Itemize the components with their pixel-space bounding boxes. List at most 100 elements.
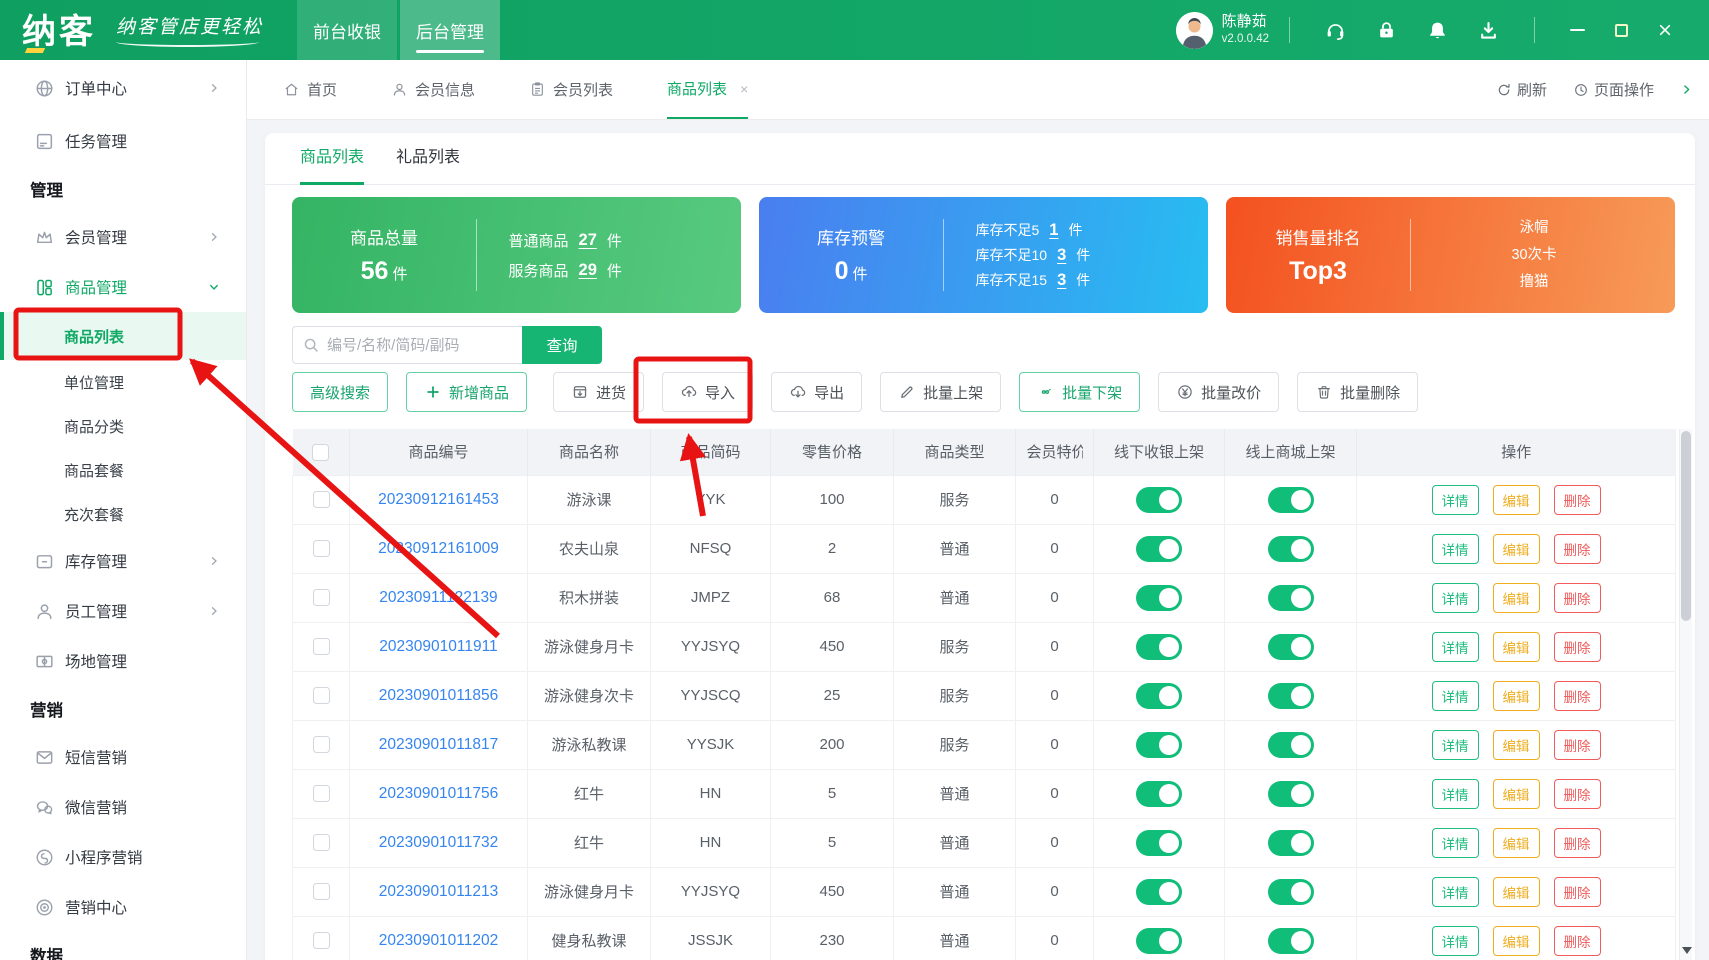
- product-id-link[interactable]: 20230912161453: [378, 491, 499, 508]
- nav-tab-admin[interactable]: 后台管理: [400, 0, 500, 60]
- detail-button[interactable]: 详情: [1432, 828, 1479, 858]
- sidebar-item-product-list[interactable]: 商品列表: [0, 312, 246, 360]
- tab-product-list[interactable]: 商品列表: [300, 133, 364, 185]
- lock-icon[interactable]: [1375, 19, 1398, 42]
- sidebar-item-recharge-package[interactable]: 充次套餐: [0, 492, 246, 536]
- product-id-link[interactable]: 20230901011732: [379, 834, 499, 851]
- edit-button[interactable]: 编辑: [1493, 779, 1540, 809]
- export-button[interactable]: 导出: [771, 372, 862, 412]
- refresh-button[interactable]: 刷新: [1496, 79, 1547, 100]
- detail-button[interactable]: 详情: [1432, 534, 1479, 564]
- delete-button[interactable]: 删除: [1554, 877, 1601, 907]
- online-toggle[interactable]: [1268, 879, 1314, 905]
- user-avatar[interactable]: [1176, 12, 1213, 49]
- delete-button[interactable]: 删除: [1554, 632, 1601, 662]
- search-button[interactable]: 查询: [522, 326, 602, 364]
- row-checkbox[interactable]: [313, 491, 330, 508]
- online-toggle[interactable]: [1268, 732, 1314, 758]
- detail-button[interactable]: 详情: [1432, 926, 1479, 956]
- row-checkbox[interactable]: [313, 834, 330, 851]
- detail-button[interactable]: 详情: [1432, 485, 1479, 515]
- offline-toggle[interactable]: [1136, 879, 1182, 905]
- vertical-scrollbar[interactable]: [1679, 429, 1692, 960]
- sidebar-item-task-management[interactable]: 任务管理: [0, 116, 246, 166]
- product-id-link[interactable]: 20230912161009: [378, 540, 499, 557]
- product-id-link[interactable]: 20230901011202: [379, 932, 499, 949]
- row-checkbox[interactable]: [313, 589, 330, 606]
- edit-button[interactable]: 编辑: [1493, 926, 1540, 956]
- delete-button[interactable]: 删除: [1554, 485, 1601, 515]
- detail-button[interactable]: 详情: [1432, 877, 1479, 907]
- delete-button[interactable]: 删除: [1554, 730, 1601, 760]
- delete-button[interactable]: 删除: [1554, 681, 1601, 711]
- stat-link[interactable]: 1: [1049, 221, 1058, 240]
- sidebar-item-inventory-management[interactable]: 库存管理: [0, 536, 246, 586]
- edit-button[interactable]: 编辑: [1493, 877, 1540, 907]
- scrollbar-down-arrow[interactable]: [1680, 943, 1693, 957]
- online-toggle[interactable]: [1268, 487, 1314, 513]
- edit-button[interactable]: 编辑: [1493, 828, 1540, 858]
- close-button[interactable]: [1656, 21, 1674, 39]
- edit-button[interactable]: 编辑: [1493, 583, 1540, 613]
- sidebar-item-staff-management[interactable]: 员工管理: [0, 586, 246, 636]
- sidebar-item-sms-marketing[interactable]: 短信营销: [0, 732, 246, 782]
- delete-button[interactable]: 删除: [1554, 534, 1601, 564]
- edit-button[interactable]: 编辑: [1493, 681, 1540, 711]
- row-checkbox[interactable]: [313, 687, 330, 704]
- online-toggle[interactable]: [1268, 683, 1314, 709]
- offline-toggle[interactable]: [1136, 732, 1182, 758]
- batch-delist-button[interactable]: 批量下架: [1019, 372, 1140, 412]
- online-toggle[interactable]: [1268, 536, 1314, 562]
- import-button[interactable]: 导入: [662, 372, 753, 412]
- page-operations-button[interactable]: 页面操作: [1573, 79, 1654, 100]
- detail-button[interactable]: 详情: [1432, 730, 1479, 760]
- sidebar-item-member-management[interactable]: 会员管理: [0, 212, 246, 262]
- delete-button[interactable]: 删除: [1554, 779, 1601, 809]
- online-toggle[interactable]: [1268, 830, 1314, 856]
- maximize-button[interactable]: [1612, 21, 1630, 39]
- product-id-link[interactable]: 20230901011911: [379, 638, 497, 655]
- expand-chevron-icon[interactable]: [1680, 83, 1693, 96]
- delete-button[interactable]: 删除: [1554, 828, 1601, 858]
- offline-toggle[interactable]: [1136, 781, 1182, 807]
- select-all-checkbox[interactable]: [312, 444, 329, 461]
- sidebar-item-product-category[interactable]: 商品分类: [0, 404, 246, 448]
- customer-service-icon[interactable]: [1324, 19, 1347, 42]
- row-checkbox[interactable]: [313, 638, 330, 655]
- stat-link[interactable]: 3: [1057, 271, 1066, 290]
- sidebar-item-venue-management[interactable]: 场地管理: [0, 636, 246, 686]
- minimize-button[interactable]: [1568, 21, 1586, 39]
- stat-link[interactable]: 29: [579, 261, 597, 280]
- delete-button[interactable]: 删除: [1554, 583, 1601, 613]
- product-id-link[interactable]: 20230901011856: [379, 687, 499, 704]
- breadcrumb-member-list[interactable]: 会员列表: [529, 60, 613, 119]
- detail-button[interactable]: 详情: [1432, 583, 1479, 613]
- edit-button[interactable]: 编辑: [1493, 485, 1540, 515]
- tab-gift-list[interactable]: 礼品列表: [396, 133, 460, 185]
- sidebar-item-marketing-center[interactable]: 营销中心: [0, 882, 246, 932]
- search-input[interactable]: [292, 326, 522, 364]
- edit-button[interactable]: 编辑: [1493, 632, 1540, 662]
- online-toggle[interactable]: [1268, 781, 1314, 807]
- offline-toggle[interactable]: [1136, 928, 1182, 954]
- offline-toggle[interactable]: [1136, 830, 1182, 856]
- breadcrumb-member-info[interactable]: 会员信息: [391, 60, 475, 119]
- sidebar-item-miniprogram-marketing[interactable]: 小程序营销: [0, 832, 246, 882]
- product-id-link[interactable]: 20230901011817: [379, 736, 499, 753]
- detail-button[interactable]: 详情: [1432, 779, 1479, 809]
- offline-toggle[interactable]: [1136, 487, 1182, 513]
- row-checkbox[interactable]: [313, 540, 330, 557]
- batch-reprice-button[interactable]: 批量改价: [1158, 372, 1279, 412]
- add-product-button[interactable]: 新增商品: [406, 372, 527, 412]
- nav-tab-cashier[interactable]: 前台收银: [297, 0, 397, 60]
- stat-link[interactable]: 27: [579, 231, 597, 250]
- detail-button[interactable]: 详情: [1432, 681, 1479, 711]
- offline-toggle[interactable]: [1136, 683, 1182, 709]
- online-toggle[interactable]: [1268, 585, 1314, 611]
- row-checkbox[interactable]: [313, 785, 330, 802]
- purchase-button[interactable]: 进货: [553, 372, 644, 412]
- sidebar-item-unit-management[interactable]: 单位管理: [0, 360, 246, 404]
- advanced-search-button[interactable]: 高级搜索: [292, 372, 388, 412]
- offline-toggle[interactable]: [1136, 634, 1182, 660]
- detail-button[interactable]: 详情: [1432, 632, 1479, 662]
